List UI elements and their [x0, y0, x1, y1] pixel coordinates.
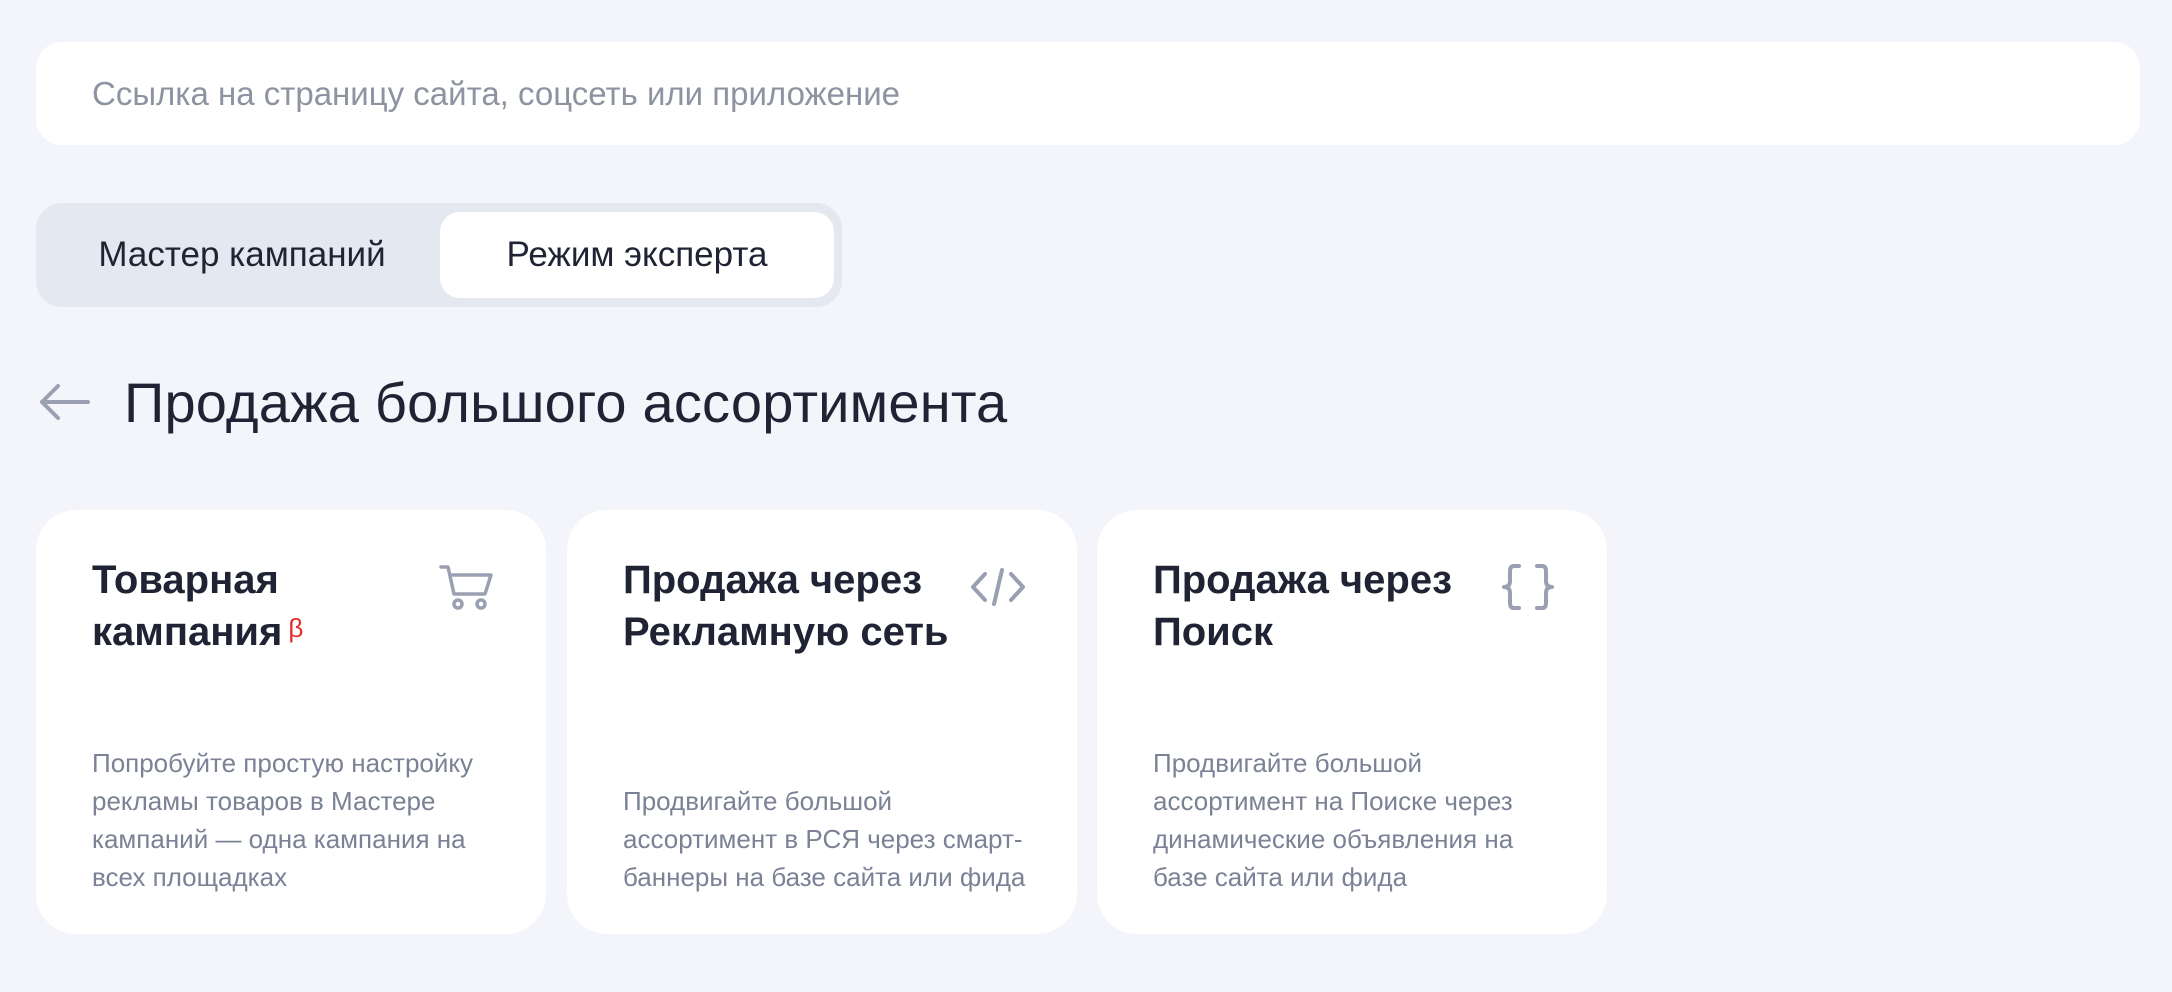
card-description: Продвигайте большой ассортимент в РСЯ че… [623, 786, 1026, 892]
mode-option-expert[interactable]: Режим эксперта [440, 212, 834, 298]
heading-row: Продажа большого ассортимента [36, 364, 1007, 440]
card-description: Попробуйте простую настройку рекламы тов… [92, 748, 474, 892]
campaign-card-product[interactable]: Товарная кампания β Попробуйте простую на… [36, 510, 546, 934]
url-bar [36, 42, 2140, 145]
mode-option-wizard[interactable]: Мастер кампаний [45, 212, 439, 298]
arrow-left-icon[interactable] [36, 382, 92, 422]
mode-toggle: Мастер кампаний Режим эксперта [36, 203, 842, 307]
curly-braces-icon [1502, 564, 1554, 610]
page-title: Продажа большого ассортимента [124, 370, 1008, 434]
card-title: Продажа через Рекламную сеть [623, 558, 949, 654]
campaign-card-network[interactable]: Продажа через Рекламную сеть Продвигайте… [567, 510, 1077, 934]
card-title-text: Товарная кампания [92, 558, 283, 654]
card-title: Товарная кампания β [92, 554, 452, 658]
card-title: Продажа через Поиск [1153, 558, 1452, 654]
campaign-card-search[interactable]: Продажа через Поиск Продвигайте большой … [1097, 510, 1607, 934]
code-tag-icon [971, 568, 1025, 606]
beta-badge: β [288, 613, 304, 643]
card-description: Продвигайте большой ассортимент на Поиск… [1153, 748, 1514, 892]
url-input[interactable] [90, 73, 2140, 114]
shopping-cart-icon [439, 565, 493, 610]
